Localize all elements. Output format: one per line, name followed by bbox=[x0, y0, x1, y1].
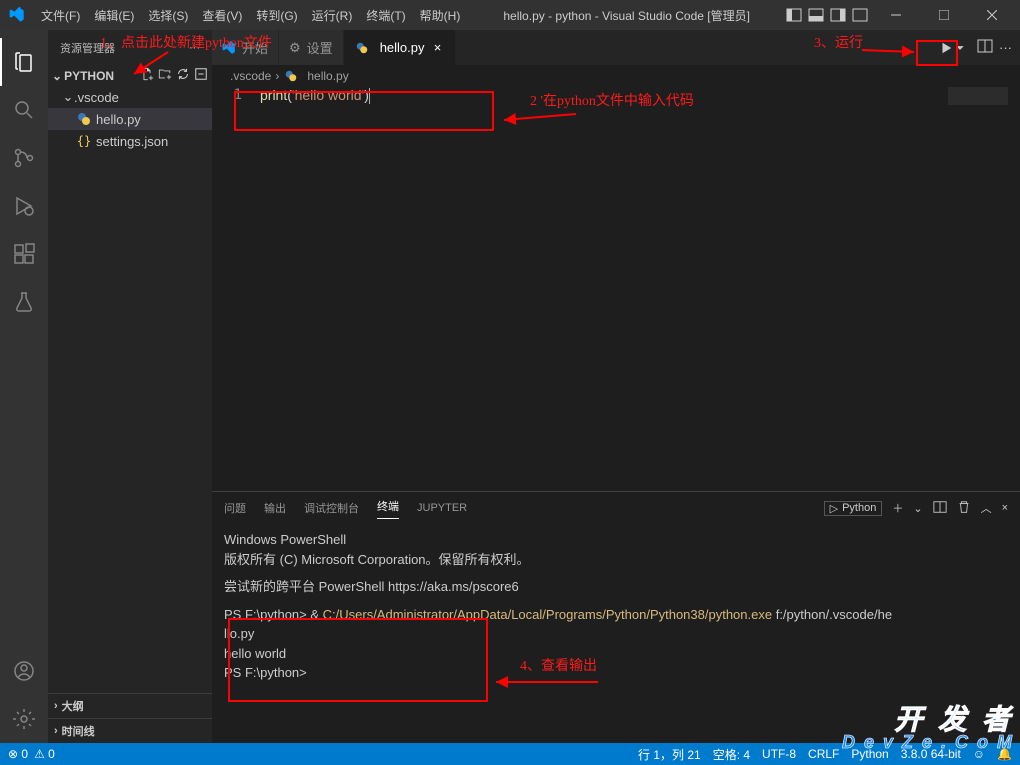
status-encoding[interactable]: UTF-8 bbox=[762, 747, 796, 761]
status-line-col[interactable]: 行 1，列 21 bbox=[638, 746, 701, 763]
menu-view[interactable]: 查看(V) bbox=[195, 7, 249, 24]
status-bar: ⊗ 0 ⚠ 0 行 1，列 21 空格: 4 UTF-8 CRLF Python… bbox=[0, 743, 1020, 765]
minimize-button[interactable] bbox=[876, 0, 916, 30]
vscode-icon bbox=[222, 41, 236, 55]
panel-tab-output[interactable]: 输出 bbox=[264, 500, 286, 516]
vscode-logo-icon bbox=[0, 7, 34, 23]
menu-bar: 文件(F) 编辑(E) 选择(S) 查看(V) 转到(G) 运行(R) 终端(T… bbox=[34, 7, 467, 24]
trash-icon[interactable] bbox=[957, 500, 971, 517]
explorer-more-icon[interactable]: ··· bbox=[189, 42, 200, 54]
status-feedback-icon[interactable]: ☺ bbox=[973, 747, 985, 761]
refresh-icon[interactable] bbox=[176, 67, 190, 84]
status-spaces[interactable]: 空格: 4 bbox=[713, 746, 750, 763]
close-tab-icon[interactable]: × bbox=[431, 41, 445, 55]
run-button[interactable] bbox=[933, 39, 971, 57]
gear-icon: ⚙ bbox=[289, 40, 301, 56]
tab-settings[interactable]: ⚙ 设置 bbox=[279, 30, 344, 65]
extensions-icon[interactable] bbox=[0, 230, 48, 278]
code-content[interactable]: print('hello world') bbox=[260, 87, 370, 104]
explorer-icon[interactable] bbox=[0, 38, 48, 86]
panel-tab-jupyter[interactable]: JUPYTER bbox=[417, 502, 467, 514]
accounts-icon[interactable] bbox=[0, 647, 48, 695]
status-bell-icon[interactable]: 🔔 bbox=[997, 747, 1012, 761]
panel-tab-issues[interactable]: 问题 bbox=[224, 500, 246, 516]
editor-area: 开始 ⚙ 设置 hello.py × ··· .vscode bbox=[212, 30, 1020, 743]
close-button[interactable] bbox=[972, 0, 1012, 30]
layout-controls[interactable] bbox=[786, 7, 868, 23]
json-file-icon: {} bbox=[76, 133, 92, 149]
maximize-button[interactable] bbox=[924, 0, 964, 30]
new-terminal-icon[interactable]: ＋ bbox=[892, 500, 903, 516]
activity-bar bbox=[0, 30, 48, 743]
menu-run[interactable]: 运行(R) bbox=[305, 7, 360, 24]
folder-name: PYTHON bbox=[64, 69, 114, 83]
source-control-icon[interactable] bbox=[0, 134, 48, 182]
settings-gear-icon[interactable] bbox=[0, 695, 48, 743]
menu-terminal[interactable]: 终端(T) bbox=[359, 7, 412, 24]
status-warnings[interactable]: ⚠ 0 bbox=[34, 747, 55, 761]
status-python-version[interactable]: 3.8.0 64-bit bbox=[901, 747, 961, 761]
terminal-type-badge[interactable]: ▷ Python bbox=[824, 501, 883, 516]
status-errors[interactable]: ⊗ 0 bbox=[8, 747, 28, 761]
tab-hello-py[interactable]: hello.py × bbox=[344, 30, 456, 65]
menu-selection[interactable]: 选择(S) bbox=[141, 7, 195, 24]
more-icon[interactable]: ··· bbox=[999, 40, 1012, 55]
terminal-panel: 问题 输出 调试控制台 终端 JUPYTER ▷ Python ＋ ⌄ ︿ × … bbox=[212, 491, 1020, 743]
timeline-section[interactable]: ›时间线 bbox=[48, 718, 212, 743]
breadcrumb[interactable]: .vscode › hello.py bbox=[212, 65, 1020, 87]
file-tree: ⌄ .vscode hello.py {} settings.json bbox=[48, 86, 212, 152]
python-file-icon bbox=[76, 111, 92, 127]
menu-go[interactable]: 转到(G) bbox=[249, 7, 304, 24]
chevron-down-icon: ⌄ bbox=[52, 69, 62, 83]
close-panel-icon[interactable]: × bbox=[1002, 502, 1008, 514]
file-settings-json[interactable]: {} settings.json bbox=[48, 130, 212, 152]
outline-section[interactable]: ›大纲 bbox=[48, 693, 212, 718]
search-icon[interactable] bbox=[0, 86, 48, 134]
explorer-sidebar: 资源管理器 ··· ⌄ PYTHON ⌄ .vscode hello.py bbox=[48, 30, 212, 743]
file-hello-py[interactable]: hello.py bbox=[48, 108, 212, 130]
explorer-title: 资源管理器 bbox=[60, 40, 115, 56]
collapse-icon[interactable] bbox=[194, 67, 208, 84]
minimap[interactable] bbox=[948, 87, 1008, 105]
split-editor-icon[interactable] bbox=[977, 38, 993, 57]
chevron-up-icon[interactable]: ︿ bbox=[981, 500, 992, 516]
chevron-down-icon[interactable] bbox=[955, 43, 965, 53]
status-language[interactable]: Python bbox=[851, 747, 888, 761]
line-number: 1 bbox=[212, 87, 260, 104]
split-terminal-icon[interactable] bbox=[933, 500, 947, 517]
testing-icon[interactable] bbox=[0, 278, 48, 326]
panel-tab-debug[interactable]: 调试控制台 bbox=[304, 500, 359, 516]
python-file-icon bbox=[283, 68, 299, 84]
code-editor[interactable]: 1 print('hello world') bbox=[212, 87, 1020, 104]
menu-help[interactable]: 帮助(H) bbox=[413, 7, 468, 24]
menu-file[interactable]: 文件(F) bbox=[34, 7, 87, 24]
tab-start[interactable]: 开始 bbox=[212, 30, 279, 65]
run-debug-icon[interactable] bbox=[0, 182, 48, 230]
chevron-down-icon: ⌄ bbox=[62, 89, 74, 105]
status-eol[interactable]: CRLF bbox=[808, 747, 839, 761]
terminal-dropdown-icon[interactable]: ⌄ bbox=[913, 502, 922, 515]
title-bar: 文件(F) 编辑(E) 选择(S) 查看(V) 转到(G) 运行(R) 终端(T… bbox=[0, 0, 1020, 30]
python-file-icon bbox=[354, 40, 370, 56]
terminal-content[interactable]: Windows PowerShell 版权所有 (C) Microsoft Co… bbox=[212, 524, 1020, 743]
panel-tab-terminal[interactable]: 终端 bbox=[377, 498, 399, 519]
folder-vscode[interactable]: ⌄ .vscode bbox=[48, 86, 212, 108]
window-title: hello.py - python - Visual Studio Code [… bbox=[467, 7, 786, 24]
menu-edit[interactable]: 编辑(E) bbox=[87, 7, 141, 24]
